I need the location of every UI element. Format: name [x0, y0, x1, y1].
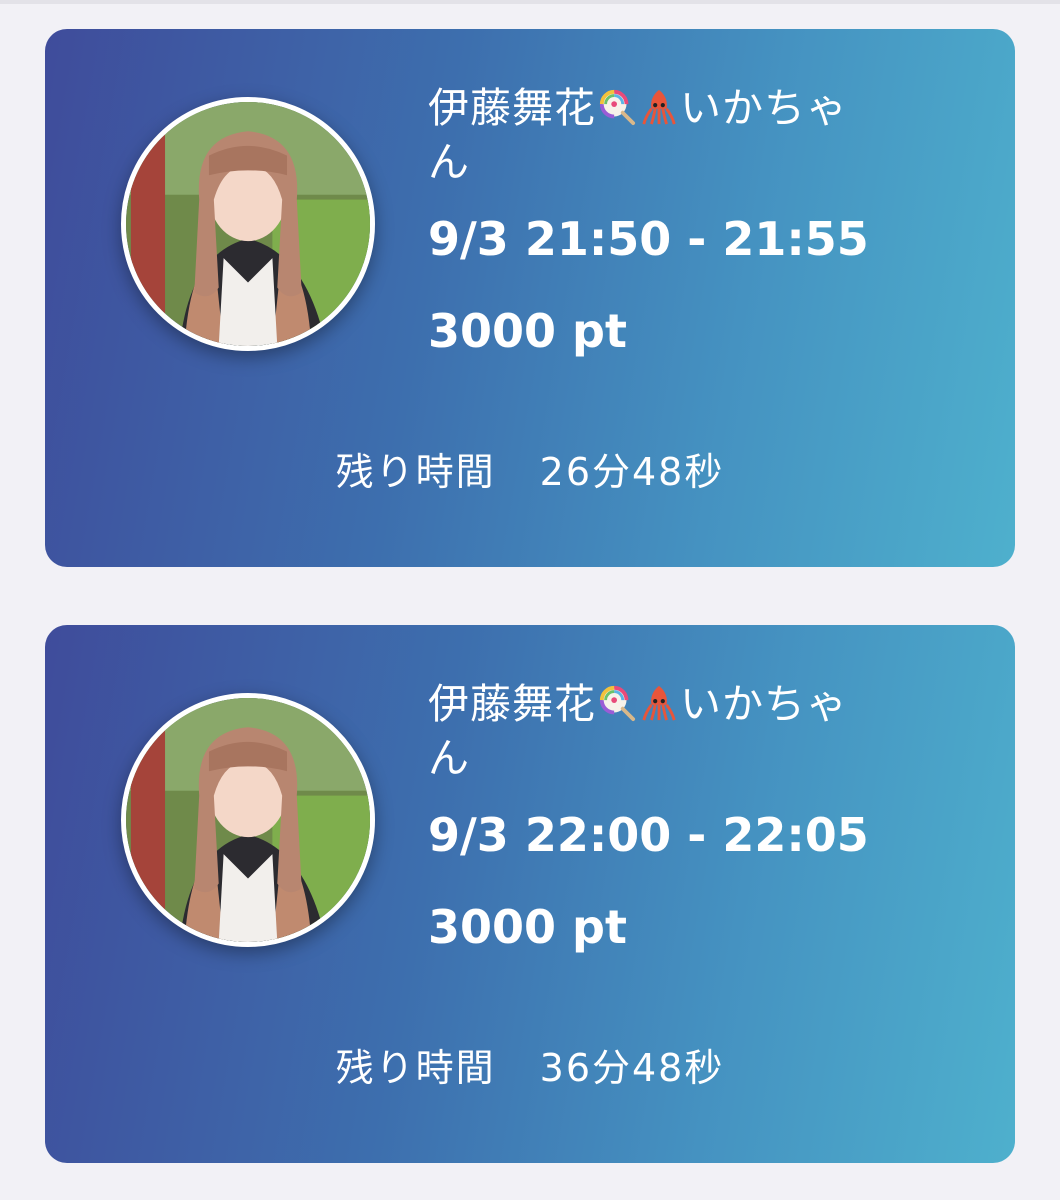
reservation-card[interactable]: 伊藤舞花 いかちゃん 9/3 21:50 - 21:55 3000 pt 残り時間… [45, 29, 1015, 567]
remaining-time: 残り時間 26分48秒 [45, 447, 1015, 497]
time-range: 9/3 21:50 - 21:55 [428, 212, 869, 266]
time-range: 9/3 22:00 - 22:05 [428, 808, 869, 862]
card-info: 伊藤舞花 いかちゃん 9/3 22:00 - 22:05 3000 pt [428, 677, 988, 955]
performer-name: 伊藤舞花 いかちゃん [428, 677, 848, 785]
squid-icon [640, 88, 678, 126]
points-value: 3000 pt [428, 900, 627, 954]
top-divider [0, 0, 1060, 4]
remaining-label: 残り時間 [335, 1046, 496, 1090]
performer-name: 伊藤舞花 いかちゃん [428, 81, 848, 189]
reservation-card[interactable]: 伊藤舞花 いかちゃん 9/3 22:00 - 22:05 3000 pt 残り時間… [45, 625, 1015, 1163]
avatar[interactable] [121, 693, 375, 947]
avatar[interactable] [121, 97, 375, 351]
remaining-value: 36分48秒 [539, 1046, 725, 1090]
remaining-value: 26分48秒 [539, 450, 725, 494]
squid-icon [640, 684, 678, 722]
name-prefix: 伊藤舞花 [428, 680, 596, 728]
remaining-label: 残り時間 [335, 450, 496, 494]
lollipop-icon [598, 684, 636, 722]
lollipop-icon [598, 88, 636, 126]
points-value: 3000 pt [428, 304, 627, 358]
card-info: 伊藤舞花 いかちゃん 9/3 21:50 - 21:55 3000 pt [428, 81, 988, 359]
name-prefix: 伊藤舞花 [428, 84, 596, 132]
remaining-time: 残り時間 36分48秒 [45, 1043, 1015, 1093]
